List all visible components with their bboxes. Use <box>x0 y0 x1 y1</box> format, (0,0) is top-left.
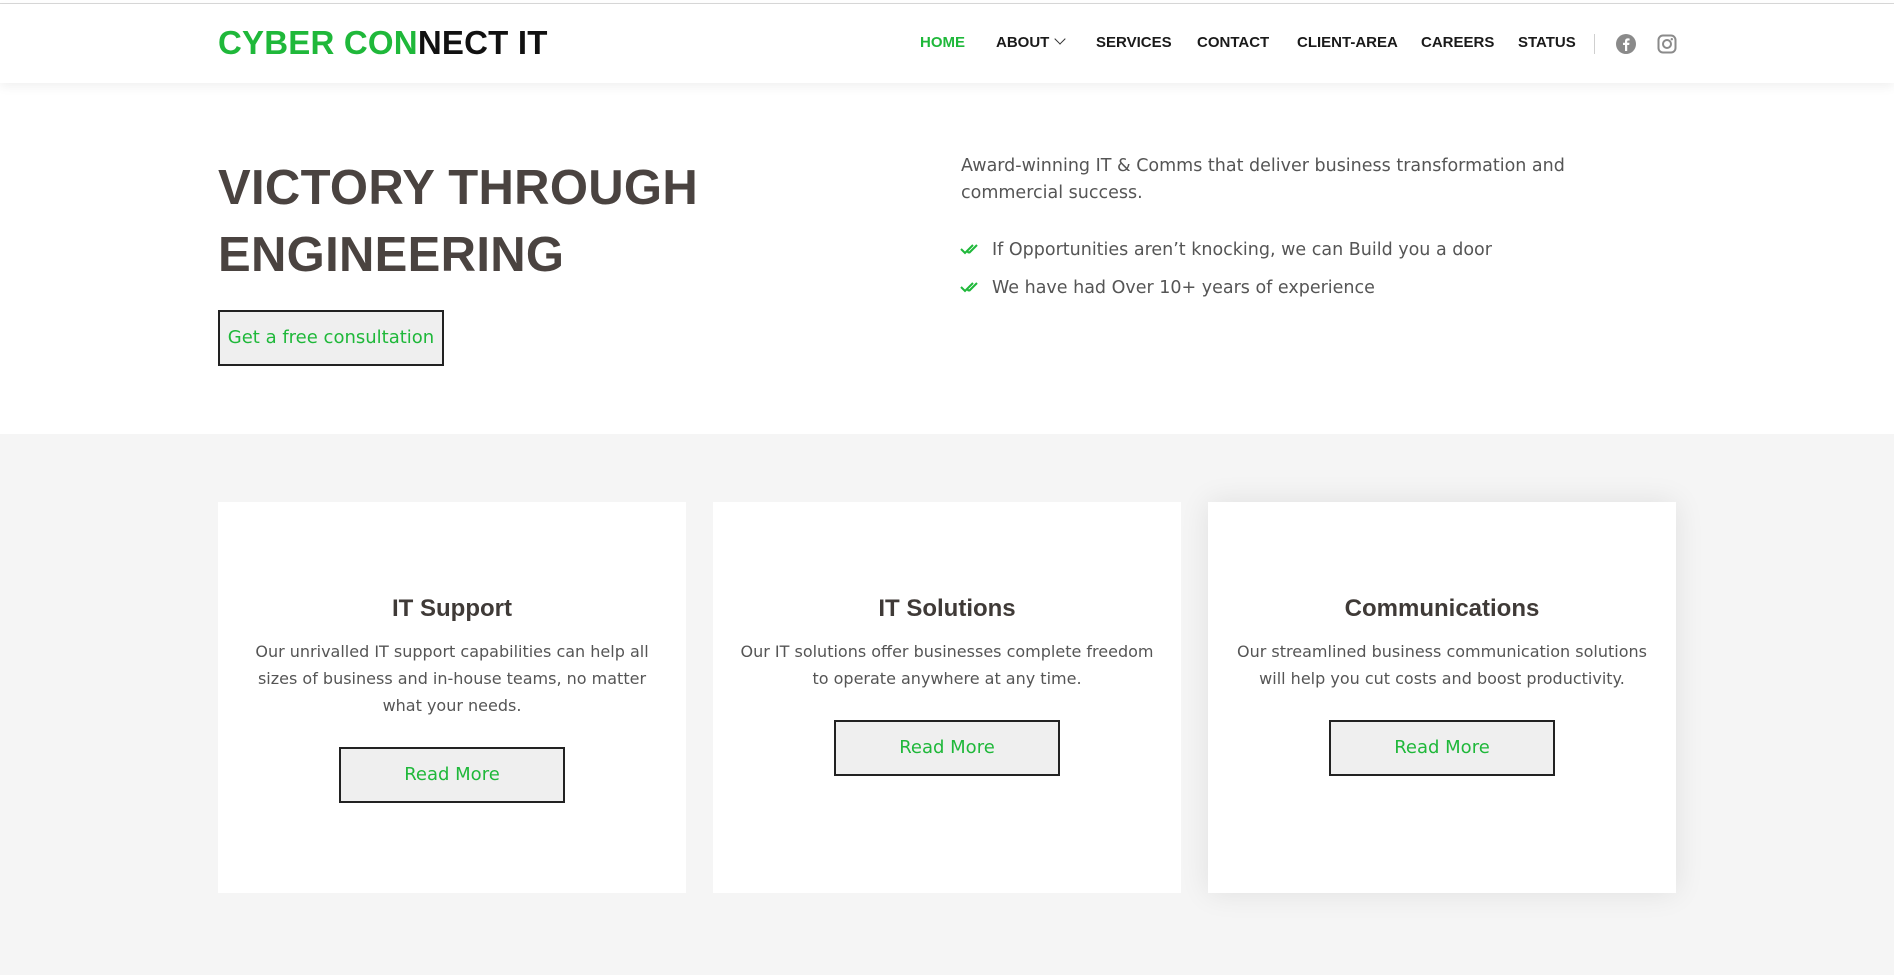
hero-title: VICTORY THROUGH ENGINEERING <box>218 155 698 289</box>
double-check-icon <box>960 244 978 255</box>
double-check-icon <box>960 282 978 293</box>
nav-services[interactable]: SERVICES <box>1096 34 1172 52</box>
facebook-icon[interactable] <box>1615 33 1637 55</box>
read-more-button[interactable]: Read More <box>834 720 1060 776</box>
service-card-text: Our IT solutions offer businesses comple… <box>740 642 1154 688</box>
nav-status[interactable]: STATUS <box>1518 34 1576 52</box>
service-card-communications: Communications Our streamlined business … <box>1208 502 1676 893</box>
nav-client-area[interactable]: CLIENT-AREA <box>1297 34 1398 52</box>
nav-home[interactable]: HOME <box>920 34 965 52</box>
check-item-text: If Opportunities aren’t knocking, we can… <box>992 240 1492 260</box>
nav-divider <box>1594 34 1595 54</box>
service-card-it-support: IT Support Our unrivalled IT support cap… <box>218 502 686 893</box>
check-item-text: We have had Over 10+ years of experience <box>992 278 1375 298</box>
nav-careers[interactable]: CAREERS <box>1421 34 1494 52</box>
service-card-title: Communications <box>1344 595 1540 622</box>
hero-title-line-1: VICTORY THROUGH <box>218 161 699 215</box>
free-consultation-button[interactable]: Get a free consultation <box>218 310 444 366</box>
site-header: CYBER CONNECT IT HOME ABOUT SERVICES CON… <box>0 4 1894 83</box>
service-card-text: Our unrivalled IT support capabilities c… <box>255 642 649 715</box>
nav-about[interactable]: ABOUT <box>996 33 1066 52</box>
service-card-text: Our streamlined business communication s… <box>1237 642 1647 688</box>
service-card-title: IT Support <box>392 595 512 622</box>
hero-description: Award-winning IT & Comms that deliver bu… <box>961 156 1565 203</box>
check-item: If Opportunities aren’t knocking, we can… <box>960 238 1492 262</box>
read-more-button[interactable]: Read More <box>339 747 565 803</box>
nav-contact[interactable]: CONTACT <box>1197 34 1269 52</box>
nav-about-label: ABOUT <box>996 34 1050 51</box>
main-nav: HOME ABOUT SERVICES CONTACT CLIENT-AREA … <box>0 4 1894 83</box>
read-more-button[interactable]: Read More <box>1329 720 1555 776</box>
service-card-title: IT Solutions <box>878 595 1016 622</box>
check-item: We have had Over 10+ years of experience <box>960 276 1375 300</box>
instagram-icon[interactable] <box>1656 33 1678 55</box>
chevron-down-icon <box>1054 33 1066 45</box>
hero-title-line-2: ENGINEERING <box>218 228 565 282</box>
service-card-it-solutions: IT Solutions Our IT solutions offer busi… <box>713 502 1181 893</box>
